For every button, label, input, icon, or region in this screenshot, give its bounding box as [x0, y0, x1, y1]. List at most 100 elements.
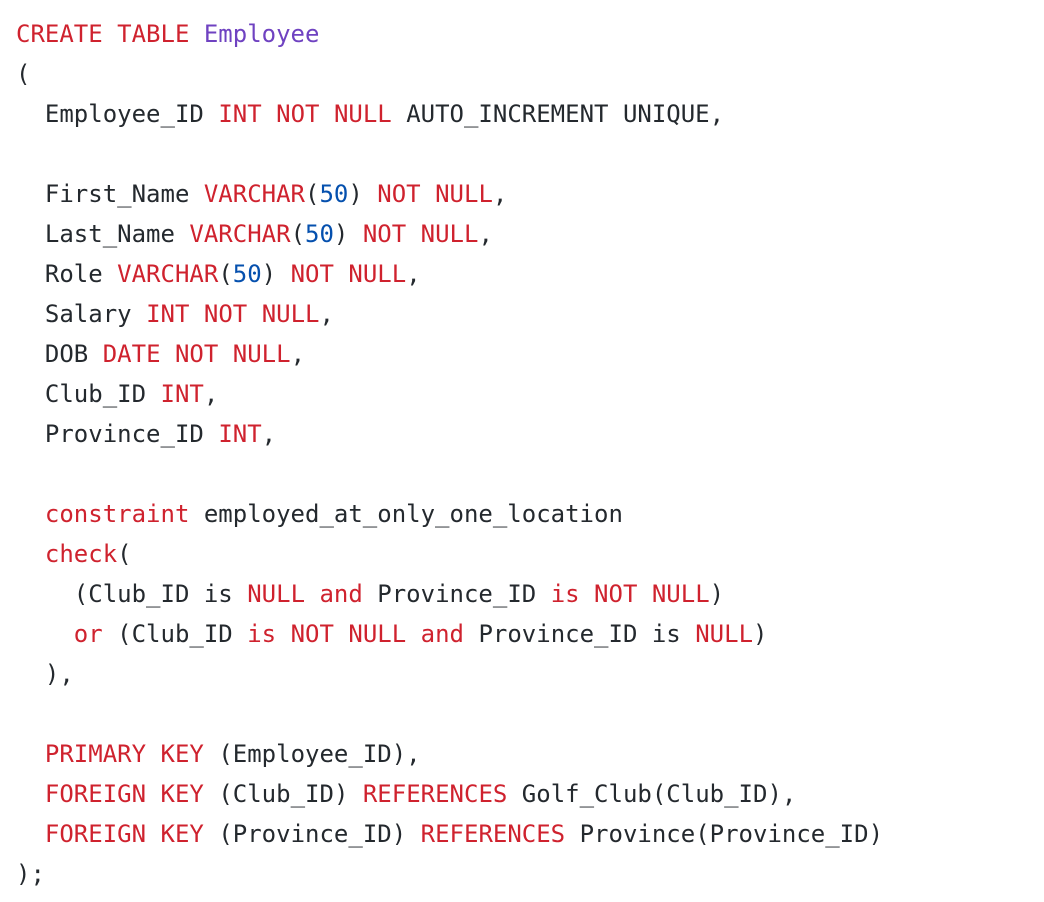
- code-line: (: [16, 54, 1036, 94]
- identifier: Last_Name: [44, 220, 175, 248]
- sql-keyword: NULL: [651, 580, 710, 608]
- code-line: Role VARCHAR(50) NOT NULL,: [16, 254, 1036, 294]
- identifier: Club_ID: [232, 780, 334, 808]
- sql-keyword: INT: [218, 420, 262, 448]
- punctuation: ,: [492, 180, 508, 208]
- sql-keyword: KEY: [160, 820, 204, 848]
- code-line: or (Club_ID is NOT NULL and Province_ID …: [16, 614, 1036, 654]
- sql-keyword: NOT: [362, 220, 407, 248]
- punctuation: ),: [44, 660, 74, 688]
- sql-keyword: INT: [146, 300, 190, 328]
- code-line: FOREIGN KEY (Province_ID) REFERENCES Pro…: [16, 814, 1036, 854]
- punctuation: ): [753, 620, 768, 648]
- sql-keyword: REFERENCES: [362, 780, 508, 808]
- code-line: CREATE TABLE Employee: [16, 14, 1036, 54]
- code-line: ),: [16, 654, 1036, 694]
- code-line: constraint employed_at_only_one_location: [16, 494, 1036, 534]
- sql-keyword: VARCHAR: [189, 220, 291, 248]
- punctuation: (: [218, 780, 233, 808]
- sql-keyword: NOT: [203, 300, 248, 328]
- punctuation: ,: [290, 340, 306, 368]
- punctuation: (: [651, 780, 667, 808]
- sql-keyword: is: [247, 620, 277, 648]
- sql-keyword: NOT: [276, 100, 320, 128]
- punctuation: ),: [391, 740, 421, 768]
- sql-keyword: DATE: [102, 340, 161, 368]
- sql-keyword: VARCHAR: [117, 260, 219, 288]
- punctuation: (: [218, 260, 233, 288]
- sql-keyword: KEY: [160, 740, 204, 768]
- identifier: Employee_ID: [232, 740, 392, 768]
- code-line: Province_ID INT,: [16, 414, 1036, 454]
- identifier: UNIQUE: [622, 100, 710, 128]
- code-line: (Club_ID is NULL and Province_ID is NOT …: [16, 574, 1036, 614]
- table-name: Employee: [203, 20, 320, 48]
- punctuation: ): [391, 820, 407, 848]
- identifier: AUTO_INCREMENT: [406, 100, 609, 128]
- punctuation: ),: [767, 780, 797, 808]
- identifier: employed_at_only_one_location: [203, 500, 623, 528]
- punctuation: (: [218, 820, 233, 848]
- number-literal: 50: [319, 180, 349, 208]
- code-line: PRIMARY KEY (Employee_ID),: [16, 734, 1036, 774]
- identifier: Province_ID: [709, 820, 869, 848]
- code-line: FOREIGN KEY (Club_ID) REFERENCES Golf_Cl…: [16, 774, 1036, 814]
- punctuation: (: [290, 220, 306, 248]
- identifier: First_Name: [44, 180, 190, 208]
- sql-keyword: constraint: [44, 500, 190, 528]
- identifier: Employee_ID: [44, 100, 204, 128]
- code-line: Salary INT NOT NULL,: [16, 294, 1036, 334]
- punctuation: (: [117, 540, 132, 568]
- identifier: Province_ID: [478, 620, 638, 648]
- sql-keyword: NOT: [174, 340, 219, 368]
- identifier: Club_ID: [131, 620, 233, 648]
- identifier: DOB: [44, 340, 89, 368]
- punctuation: ,: [319, 300, 334, 328]
- identifier: Province_ID: [44, 420, 204, 448]
- sql-keyword: NULL: [695, 620, 754, 648]
- identifier: Role: [44, 260, 103, 288]
- sql-keyword: INT: [160, 380, 204, 408]
- code-lines: CREATE TABLE Employee ( Employee_ID INT N…: [16, 14, 1036, 894]
